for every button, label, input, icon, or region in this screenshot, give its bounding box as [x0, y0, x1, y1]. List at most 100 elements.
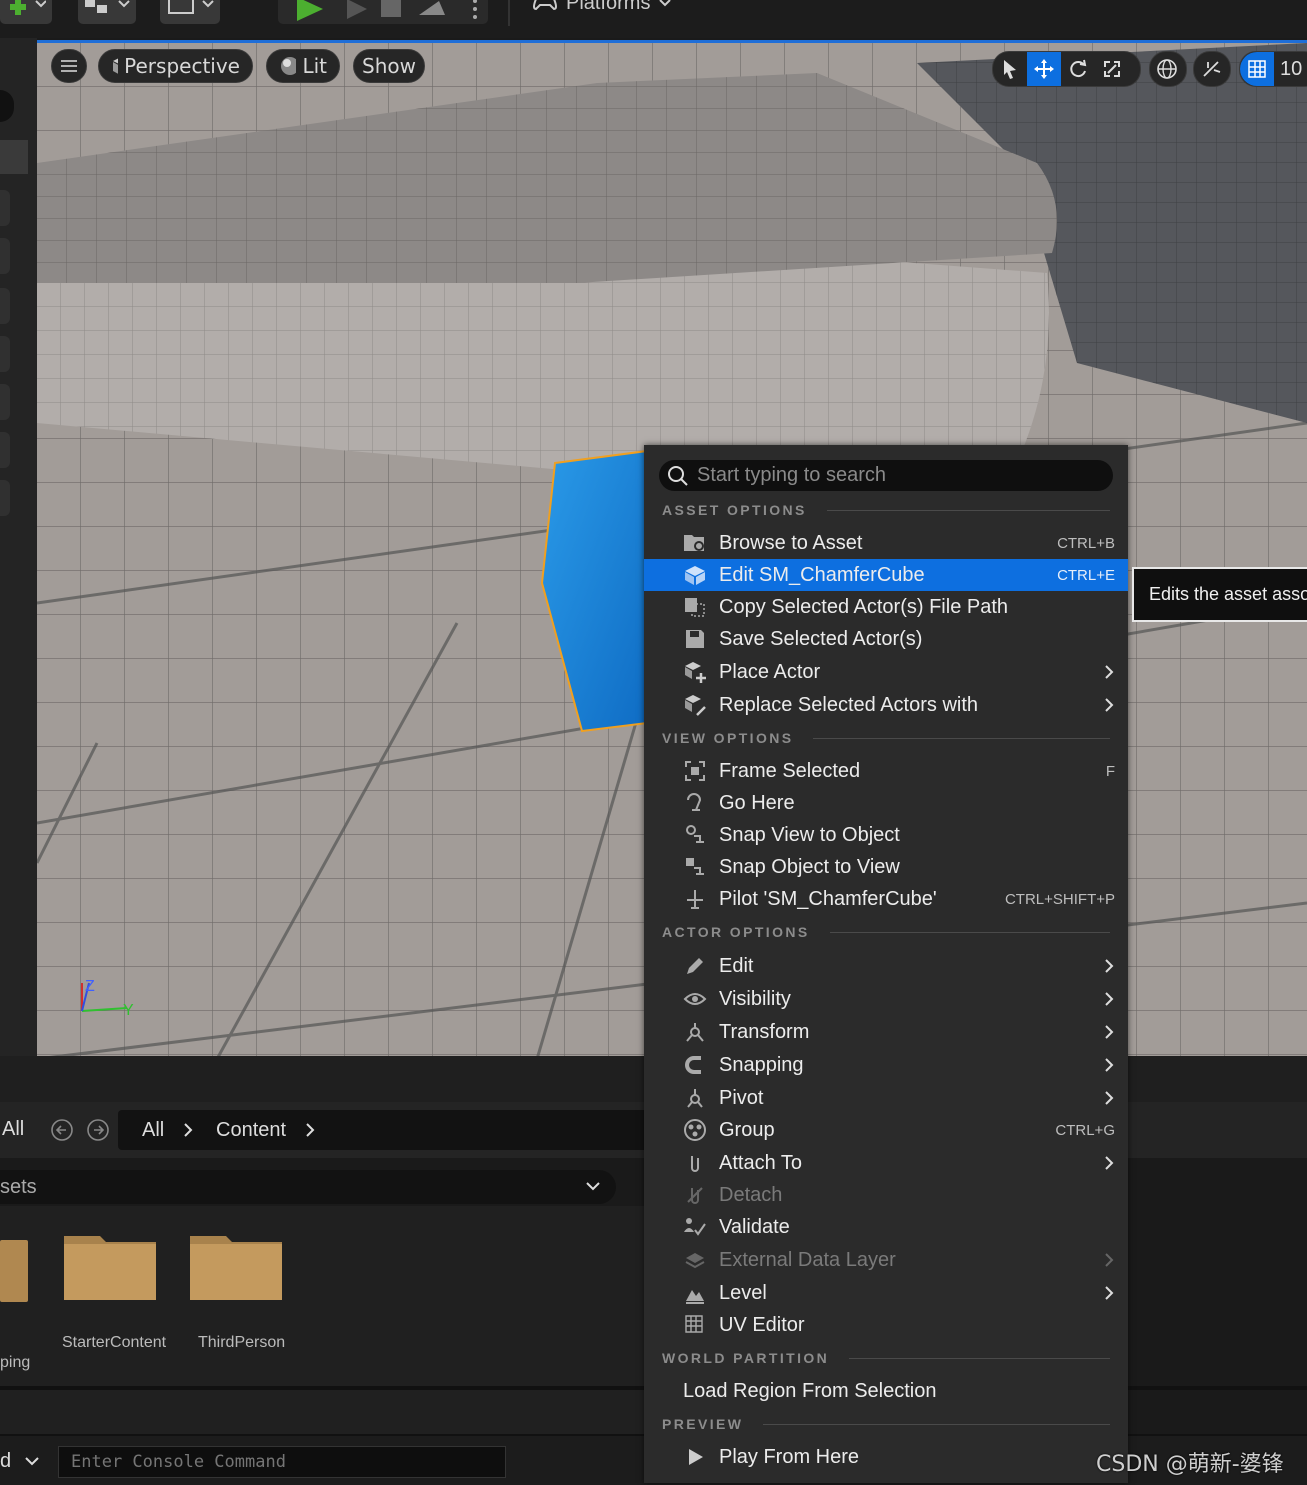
side-tab[interactable] — [0, 190, 10, 226]
back-icon[interactable] — [50, 1118, 74, 1142]
menu-item-snap-view[interactable]: Snap View to Object — [644, 819, 1128, 851]
side-tab[interactable] — [0, 140, 28, 174]
left-side-panel — [0, 38, 37, 1056]
side-tab[interactable] — [0, 336, 10, 372]
grid-snap-button[interactable]: 10 — [1239, 51, 1307, 87]
console-input[interactable] — [58, 1446, 506, 1478]
section-asset-options: ASSET OPTIONS — [662, 500, 1110, 520]
filter-all[interactable]: All — [2, 1118, 24, 1141]
browse-folder-icon — [684, 535, 704, 551]
menu-item-copy-file-path[interactable]: Copy Selected Actor(s) File Path — [644, 591, 1128, 623]
show-label: Show — [362, 54, 416, 78]
chevron-right-icon — [1105, 1025, 1114, 1039]
side-tab[interactable] — [0, 288, 10, 324]
menu-search-input[interactable] — [695, 463, 1099, 488]
snap-object-icon — [686, 858, 704, 875]
show-button[interactable]: Show — [353, 49, 425, 83]
folder-item[interactable] — [0, 1232, 28, 1302]
chevron-right-icon — [184, 1123, 193, 1137]
menu-item-detach: Detach — [644, 1179, 1128, 1211]
lit-label: Lit — [302, 54, 327, 78]
select-tool-button[interactable] — [993, 52, 1027, 86]
world-local-button[interactable] — [1149, 51, 1187, 87]
menu-item-place-actor[interactable]: Place Actor — [644, 656, 1128, 688]
menu-item-load-region[interactable]: Load Region From Selection — [644, 1375, 1128, 1407]
menu-item-uv-editor[interactable]: UV Editor — [644, 1309, 1128, 1341]
viewport-options-button[interactable] — [51, 49, 87, 83]
side-toggle[interactable] — [0, 90, 14, 122]
menu-item-save-actors[interactable]: Save Selected Actor(s) — [644, 623, 1128, 655]
menu-item-edit-asset[interactable]: Edit SM_ChamferCube CTRL+E — [644, 559, 1128, 591]
side-tab[interactable] — [0, 480, 10, 516]
menu-item-replace-actors[interactable]: Replace Selected Actors with — [644, 689, 1128, 721]
magnet-icon — [685, 1056, 701, 1074]
menu-item-play-from-here[interactable]: Play From Here — [644, 1441, 1128, 1473]
cmd-selector[interactable]: d — [0, 1450, 11, 1473]
menu-item-transform[interactable]: Transform — [644, 1016, 1128, 1048]
breadcrumb-all[interactable]: All — [142, 1119, 164, 1142]
frame-icon — [685, 761, 705, 781]
platforms-button[interactable]: Platforms — [532, 0, 672, 18]
chevron-right-icon — [1105, 992, 1114, 1006]
pencil-icon — [687, 958, 703, 974]
side-tab[interactable] — [0, 384, 10, 420]
blueprint-icon — [85, 0, 130, 13]
menu-item-go-here[interactable]: Go Here — [644, 787, 1128, 819]
folder-icon — [190, 1236, 282, 1300]
side-tab[interactable] — [0, 432, 10, 468]
rotate-icon — [1070, 59, 1087, 78]
chevron-right-icon — [1105, 1091, 1114, 1105]
eject-icon — [419, 1, 445, 15]
blueprint-button[interactable] — [78, 0, 136, 24]
step-icon — [347, 0, 367, 19]
pilot-icon — [687, 890, 703, 909]
svg-text:Z: Z — [85, 978, 95, 995]
play-icon — [297, 0, 323, 21]
chevron-right-icon — [1105, 959, 1114, 973]
menu-item-frame-selected[interactable]: Frame Selected F — [644, 755, 1128, 787]
menu-item-snapping[interactable]: Snapping — [644, 1049, 1128, 1081]
breadcrumb-content[interactable]: Content — [216, 1119, 286, 1142]
folder-item[interactable] — [62, 1230, 158, 1302]
menu-item-validate[interactable]: Validate — [644, 1211, 1128, 1243]
menu-item-level[interactable]: Level — [644, 1277, 1128, 1309]
menu-item-group[interactable]: Group CTRL+G — [644, 1114, 1128, 1146]
section-preview: PREVIEW — [662, 1414, 1110, 1434]
chevron-right-icon — [1105, 1253, 1114, 1267]
folder-item[interactable] — [188, 1230, 284, 1302]
menu-item-visibility[interactable]: Visibility — [644, 983, 1128, 1015]
play-controls — [278, 0, 488, 24]
tooltip-text: Edits the asset asso — [1149, 584, 1307, 604]
breadcrumb: All Content — [118, 1110, 648, 1150]
menu-item-edit[interactable]: Edit — [644, 950, 1128, 982]
move-arrows-icon — [1034, 59, 1054, 79]
side-tab[interactable] — [0, 238, 10, 274]
cinematics-icon — [168, 0, 214, 14]
perspective-button[interactable]: Perspective — [98, 49, 253, 83]
surface-snap-button[interactable] — [1193, 51, 1231, 87]
assets-search[interactable]: sets — [0, 1170, 616, 1204]
chevron-right-icon — [306, 1123, 315, 1137]
add-content-button[interactable] — [0, 0, 52, 24]
chevron-down-icon — [25, 1457, 39, 1466]
scale-tool-button[interactable] — [1095, 52, 1129, 86]
folder-label: ThirdPerson — [198, 1334, 286, 1351]
add-icon — [10, 0, 46, 15]
forward-icon[interactable] — [86, 1118, 110, 1142]
menu-search[interactable] — [659, 460, 1113, 491]
menu-item-snap-object[interactable]: Snap Object to View — [644, 851, 1128, 883]
chevron-right-icon — [1105, 698, 1114, 712]
data-layer-icon — [685, 1253, 705, 1269]
menu-item-attach-to[interactable]: Attach To — [644, 1147, 1128, 1179]
menu-item-pivot[interactable]: Pivot — [644, 1082, 1128, 1114]
actor-context-menu: ASSET OPTIONS Browse to Asset CTRL+B Edi… — [644, 445, 1128, 1483]
view-mode-button[interactable]: Lit — [266, 49, 340, 83]
menu-item-pilot[interactable]: Pilot 'SM_ChamferCube' CTRL+SHIFT+P — [644, 883, 1128, 915]
chevron-right-icon — [1105, 665, 1114, 679]
rotate-tool-button[interactable] — [1061, 52, 1095, 86]
save-icon — [686, 630, 704, 648]
menu-item-browse-to-asset[interactable]: Browse to Asset CTRL+B — [644, 527, 1128, 559]
section-world-partition: WORLD PARTITION — [662, 1348, 1110, 1368]
translate-tool-button[interactable] — [1027, 52, 1061, 86]
cinematics-button[interactable] — [160, 0, 220, 24]
